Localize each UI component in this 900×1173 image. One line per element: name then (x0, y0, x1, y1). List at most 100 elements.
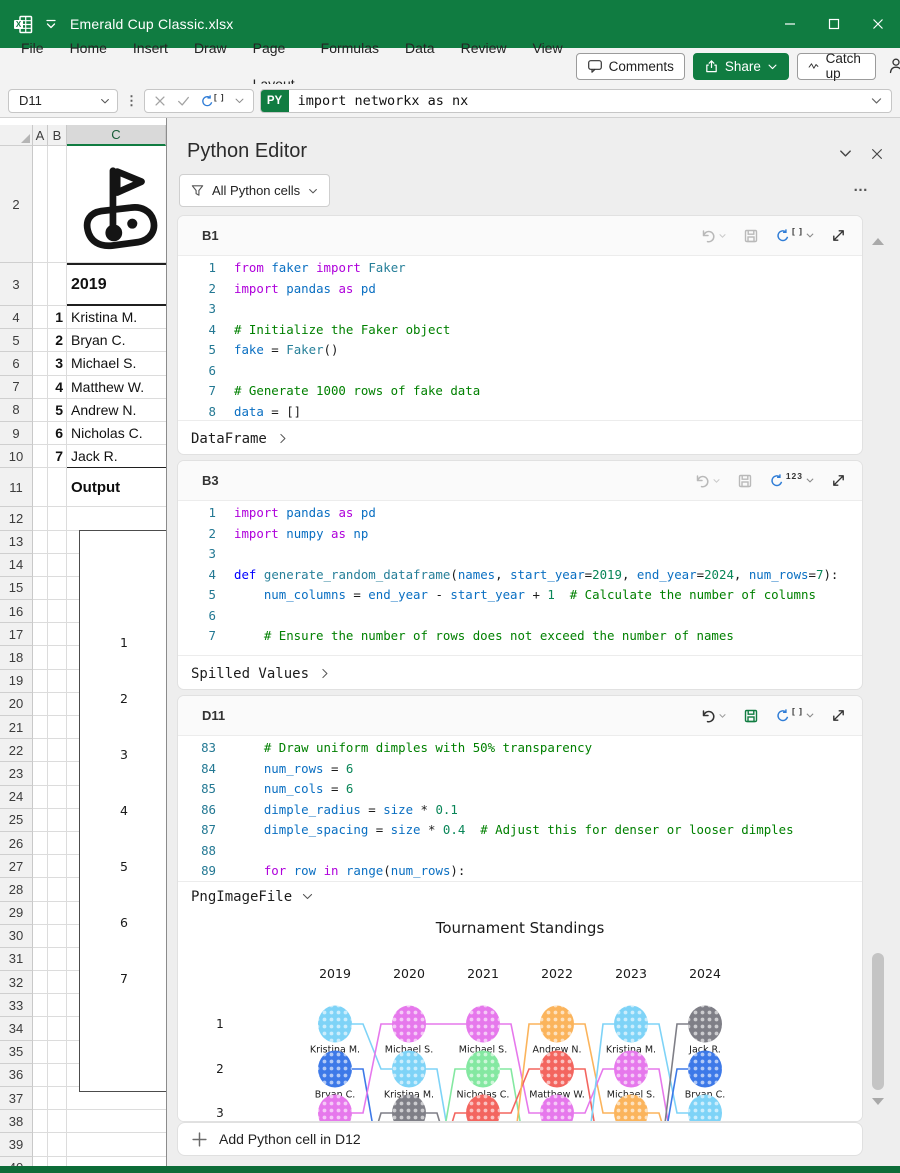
row-header-2[interactable]: 2 (0, 146, 33, 263)
cell-a30[interactable] (33, 925, 48, 948)
cell-b31[interactable] (48, 948, 67, 971)
cell-a25[interactable] (33, 809, 48, 832)
row-header-39[interactable]: 39 (0, 1133, 33, 1156)
row-header-24[interactable]: 24 (0, 786, 33, 809)
confirm-entry-icon[interactable] (176, 94, 191, 108)
cell-a19[interactable] (33, 670, 48, 693)
cell-c10[interactable]: Jack R. (67, 445, 166, 468)
more-options-icon[interactable]: … (853, 178, 870, 195)
cell-a20[interactable] (33, 693, 48, 716)
cell-a10[interactable] (33, 445, 48, 468)
python-cells-filter[interactable]: All Python cells (179, 174, 330, 207)
cell-b35[interactable] (48, 1041, 67, 1064)
scrollbar-thumb[interactable] (872, 953, 884, 1090)
cell-a18[interactable] (33, 646, 48, 669)
cell-b32[interactable] (48, 971, 67, 994)
row-header-25[interactable]: 25 (0, 809, 33, 832)
expand-cell-icon[interactable] (831, 228, 846, 243)
cell-b2[interactable] (48, 146, 67, 263)
golf-flag-image[interactable] (76, 158, 160, 254)
cell-b21[interactable] (48, 716, 67, 739)
cell-b25[interactable] (48, 809, 67, 832)
cell-c11[interactable]: Output (67, 468, 166, 507)
row-header-12[interactable]: 12 (0, 507, 33, 530)
row-header-10[interactable]: 10 (0, 445, 33, 468)
add-python-cell-button[interactable]: Add Python cell in D12 (177, 1122, 863, 1156)
row-header-31[interactable]: 31 (0, 948, 33, 971)
cell-c7[interactable]: Matthew W. (67, 376, 166, 399)
cell-a22[interactable] (33, 739, 48, 762)
python-cell-card-b1[interactable]: B1 [ ] (177, 215, 863, 455)
name-box[interactable]: D11 (8, 89, 118, 113)
cell-a39[interactable] (33, 1133, 48, 1156)
column-header-b[interactable]: B (48, 125, 67, 146)
cell-b11[interactable] (48, 468, 67, 507)
cell-a23[interactable] (33, 762, 48, 785)
cell-a16[interactable] (33, 600, 48, 623)
output-type-row[interactable]: PngImageFile (178, 881, 862, 911)
cell-b29[interactable] (48, 902, 67, 925)
scroll-up-arrow[interactable] (872, 238, 884, 245)
row-header-20[interactable]: 20 (0, 693, 33, 716)
cell-b8[interactable]: 5 (48, 399, 67, 422)
cell-a36[interactable] (33, 1064, 48, 1087)
cell-a4[interactable] (33, 306, 48, 329)
python-cell-card-d11[interactable]: D11 [ ] (177, 695, 863, 1122)
cell-b13[interactable] (48, 531, 67, 554)
save-icon[interactable] (737, 473, 753, 489)
row-header-34[interactable]: 34 (0, 1017, 33, 1040)
cell-a37[interactable] (33, 1087, 48, 1110)
row-header-22[interactable]: 22 (0, 739, 33, 762)
formula-bar-options-icon[interactable]: ⋮ (125, 93, 138, 109)
maximize-button[interactable] (812, 0, 856, 48)
row-header-14[interactable]: 14 (0, 554, 33, 577)
cell-b24[interactable] (48, 786, 67, 809)
cell-a14[interactable] (33, 554, 48, 577)
cell-c6[interactable]: Michael S. (67, 352, 166, 375)
tournament-chart-image[interactable]: Tournament Standings20192020202120222023… (178, 911, 862, 1121)
comments-button[interactable]: Comments (576, 53, 685, 80)
cell-a8[interactable] (33, 399, 48, 422)
minimize-button[interactable] (768, 0, 812, 48)
row-header-18[interactable]: 18 (0, 646, 33, 669)
cell-b15[interactable] (48, 577, 67, 600)
cell-a5[interactable] (33, 329, 48, 352)
cell-a7[interactable] (33, 376, 48, 399)
cell-b6[interactable]: 3 (48, 352, 67, 375)
cell-c4[interactable]: Kristina M. (67, 306, 166, 329)
cell-b38[interactable] (48, 1110, 67, 1133)
cell-c12[interactable] (67, 507, 166, 530)
row-header-37[interactable]: 37 (0, 1087, 33, 1110)
cell-b19[interactable] (48, 670, 67, 693)
code-editor[interactable]: 83 # Draw uniform dimples with 50% trans… (178, 736, 862, 881)
undo-icon[interactable] (700, 708, 727, 724)
row-header-17[interactable]: 17 (0, 623, 33, 646)
row-header-38[interactable]: 38 (0, 1110, 33, 1133)
cell-b12[interactable] (48, 507, 67, 530)
row-header-32[interactable]: 32 (0, 971, 33, 994)
expand-formula-bar-icon[interactable] (870, 94, 883, 107)
row-header-16[interactable]: 16 (0, 600, 33, 623)
cell-a32[interactable] (33, 971, 48, 994)
cell-b28[interactable] (48, 878, 67, 901)
cell-b39[interactable] (48, 1133, 67, 1156)
column-header-c[interactable]: C (67, 125, 166, 146)
cell-a17[interactable] (33, 623, 48, 646)
cell-b34[interactable] (48, 1017, 67, 1040)
row-header-9[interactable]: 9 (0, 422, 33, 445)
row-header-8[interactable]: 8 (0, 399, 33, 422)
row-header-19[interactable]: 19 (0, 670, 33, 693)
cell-a12[interactable] (33, 507, 48, 530)
cell-c5[interactable]: Bryan C. (67, 329, 166, 352)
cancel-entry-icon[interactable] (153, 94, 167, 108)
cell-a29[interactable] (33, 902, 48, 925)
close-button[interactable] (856, 0, 900, 48)
cell-a34[interactable] (33, 1017, 48, 1040)
row-header-4[interactable]: 4 (0, 306, 33, 329)
cell-c38[interactable] (67, 1110, 166, 1133)
embedded-chart-image[interactable]: 1234567 (79, 530, 166, 1092)
cell-a13[interactable] (33, 531, 48, 554)
cell-a11[interactable] (33, 468, 48, 507)
cell-c8[interactable]: Andrew N. (67, 399, 166, 422)
convert-output-icon[interactable]: [ ] (775, 708, 815, 723)
